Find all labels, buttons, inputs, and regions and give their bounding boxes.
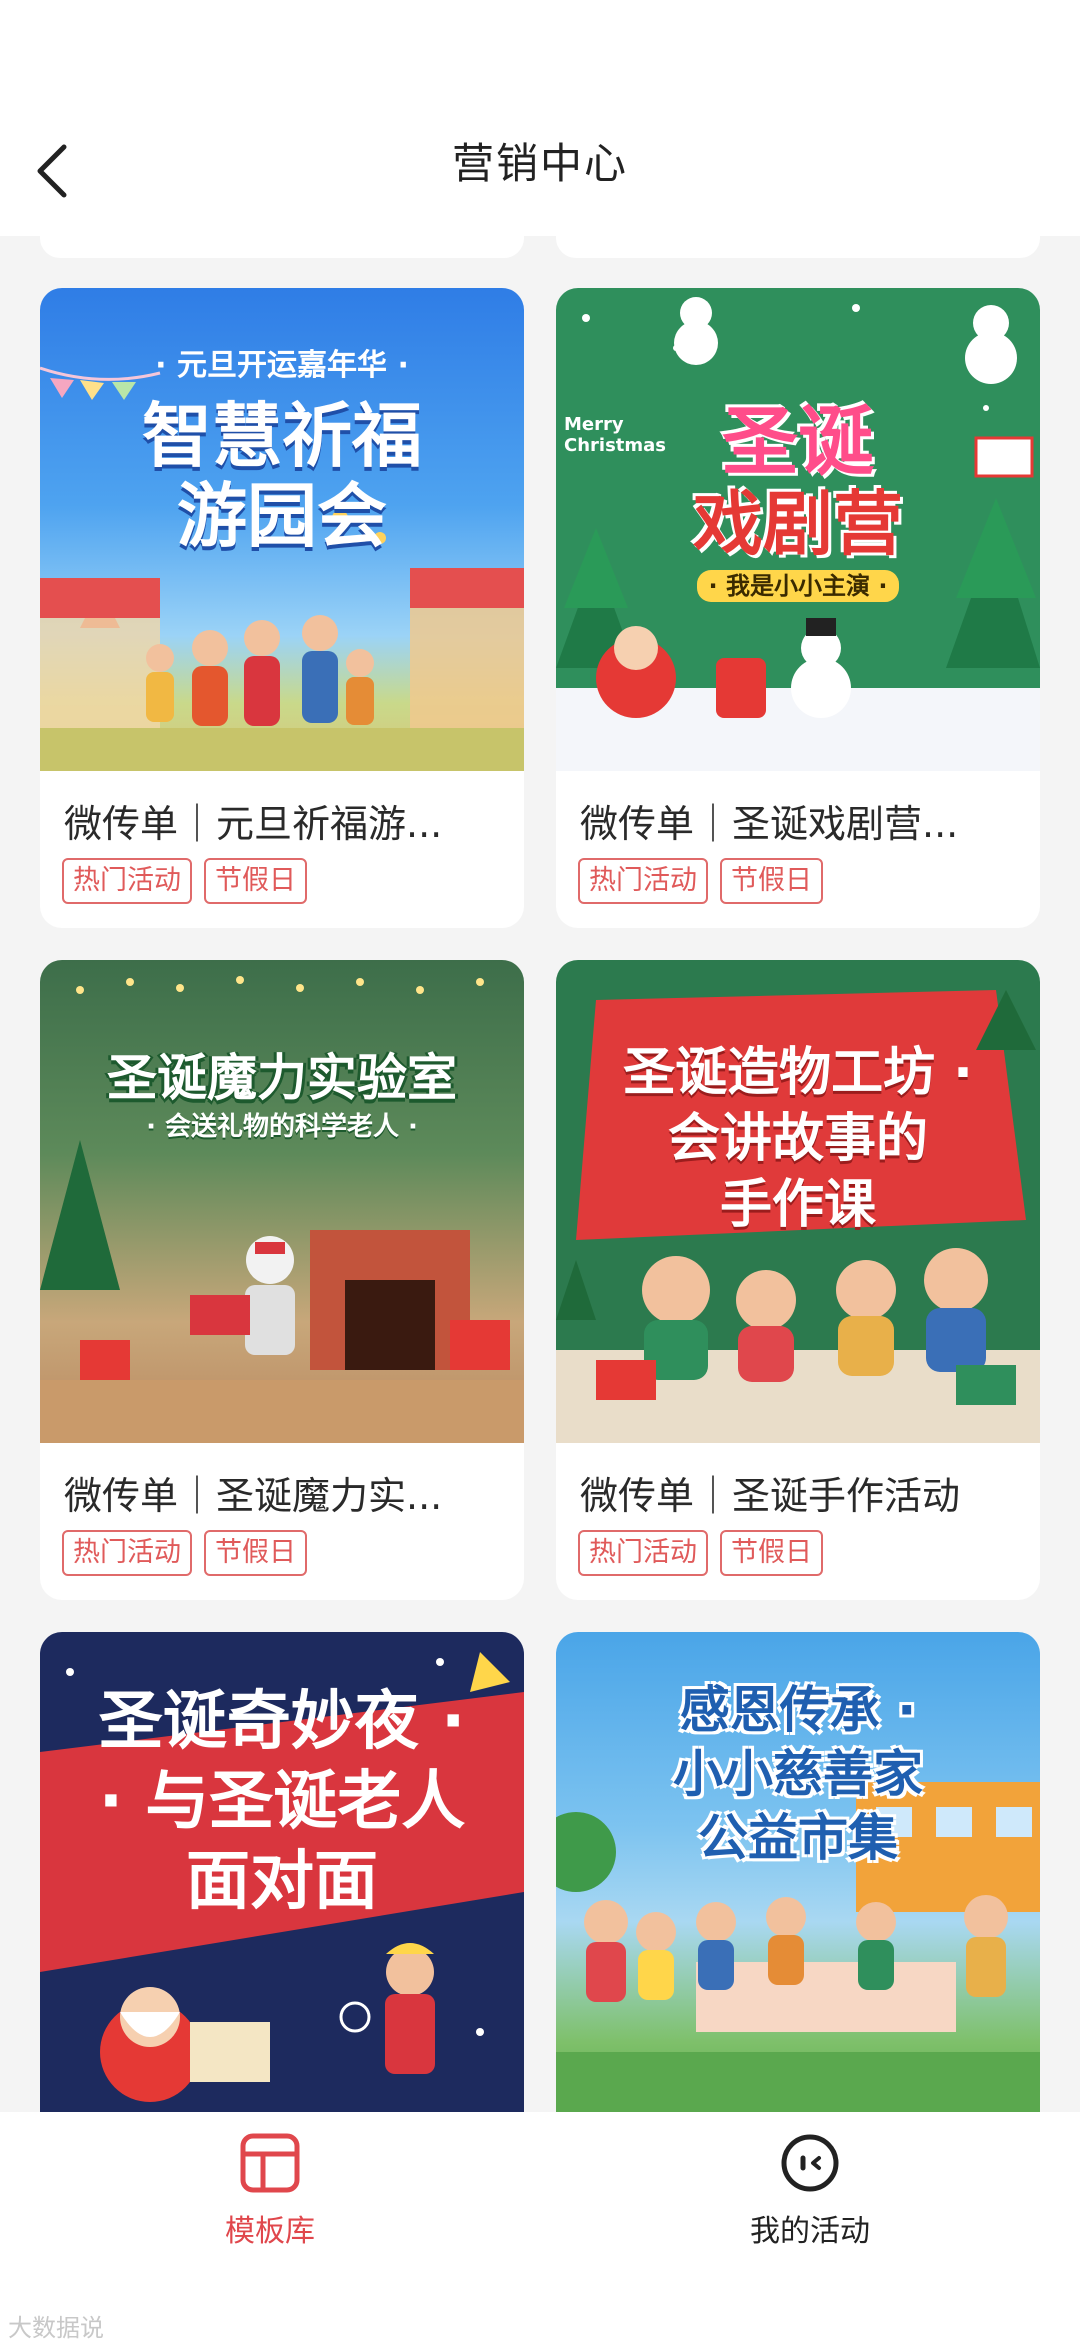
activity-face-icon bbox=[781, 2134, 839, 2192]
art-headline: 圣诞魔力实验室 bbox=[107, 1049, 457, 1107]
tab-my-activities[interactable]: 我的活动 bbox=[660, 2132, 960, 2272]
tag-holiday: 节假日 bbox=[204, 1530, 307, 1576]
tag-hot-activity: 热门活动 bbox=[62, 858, 192, 904]
tab-label: 模板库 bbox=[225, 2214, 315, 2249]
tab-label: 我的活动 bbox=[750, 2214, 870, 2249]
bottom-tab-bar: 模板库 我的活动 bbox=[0, 2112, 1080, 2341]
card-title: 微传单｜圣诞手作活动 bbox=[580, 1474, 961, 1518]
art-subtitle: · 会送礼物的科学老人 · bbox=[146, 1112, 418, 1142]
watermark: 大数据说 bbox=[8, 2314, 104, 2341]
art-headline: 戏剧营 bbox=[693, 483, 903, 565]
template-card[interactable]: · 元旦开运嘉年华 · 智慧祈福 游园会 微传单｜元旦祈福游... 热门活动 节… bbox=[40, 288, 524, 928]
art-headline: 圣诞奇妙夜 · bbox=[98, 1685, 466, 1759]
template-card[interactable]: 圣诞造物工坊 · 会讲故事的 手作课 微传单｜圣诞手作活动 热门活动 节假日 bbox=[556, 960, 1040, 1600]
card-thumbnail: 圣诞造物工坊 · 会讲故事的 手作课 bbox=[556, 960, 1040, 1443]
tag-hot-activity: 热门活动 bbox=[578, 1530, 708, 1576]
template-grid[interactable]: · 元旦开运嘉年华 · 智慧祈福 游园会 微传单｜元旦祈福游... 热门活动 节… bbox=[0, 236, 1080, 2112]
template-icon bbox=[240, 2133, 300, 2193]
tag-holiday: 节假日 bbox=[204, 858, 307, 904]
previous-card-edge bbox=[556, 236, 1040, 258]
art-headline: · 与圣诞老人 bbox=[98, 1765, 466, 1839]
art-headline: 手作课 bbox=[719, 1175, 876, 1235]
art-headline: 小小慈善家 bbox=[673, 1745, 923, 1803]
template-card[interactable]: Merry Christmas 圣诞 戏剧营 · 我是小小主演 · 微传单｜圣诞… bbox=[556, 288, 1040, 928]
card-thumbnail: 圣诞奇妙夜 · · 与圣诞老人 面对面 bbox=[40, 1632, 524, 2112]
card-thumbnail: · 元旦开运嘉年华 · 智慧祈福 游园会 bbox=[40, 288, 524, 771]
tab-template-library[interactable]: 模板库 bbox=[120, 2132, 420, 2272]
card-title: 微传单｜元旦祈福游... bbox=[64, 802, 443, 846]
art-headline: 游园会 bbox=[177, 475, 387, 557]
card-thumbnail: 圣诞魔力实验室 · 会送礼物的科学老人 · bbox=[40, 960, 524, 1443]
previous-card-edge bbox=[40, 236, 524, 258]
tag-hot-activity: 热门活动 bbox=[62, 1530, 192, 1576]
card-title: 微传单｜圣诞戏剧营... bbox=[580, 802, 959, 846]
art-headline: 感恩传承 · bbox=[679, 1681, 917, 1739]
tag-holiday: 节假日 bbox=[720, 858, 823, 904]
art-headline: 公益市集 bbox=[698, 1809, 898, 1867]
template-card[interactable]: 圣诞魔力实验室 · 会送礼物的科学老人 · 微传单｜圣诞魔力实... 热门活动 … bbox=[40, 960, 524, 1600]
art-headline: 圣诞造物工坊 · bbox=[623, 1043, 973, 1103]
card-thumbnail: 感恩传承 · 小小慈善家 公益市集 bbox=[556, 1632, 1040, 2112]
christmas-lab-illustration bbox=[40, 976, 524, 1443]
art-subtitle: · 元旦开运嘉年华 · bbox=[155, 348, 409, 383]
template-card[interactable]: 圣诞奇妙夜 · · 与圣诞老人 面对面 bbox=[40, 1632, 524, 2112]
card-title: 微传单｜圣诞魔力实... bbox=[64, 1474, 443, 1518]
art-headline: 面对面 bbox=[186, 1845, 378, 1919]
top-nav-bar: 营销中心 bbox=[0, 0, 1080, 236]
card-thumbnail: Merry Christmas 圣诞 戏剧营 · 我是小小主演 · bbox=[556, 288, 1040, 771]
tag-hot-activity: 热门活动 bbox=[578, 858, 708, 904]
page-title: 营销中心 bbox=[451, 139, 628, 188]
tag-holiday: 节假日 bbox=[720, 1530, 823, 1576]
art-subtitle: · 我是小小主演 · bbox=[556, 566, 1040, 602]
art-headline: 会讲故事的 bbox=[667, 1109, 928, 1169]
template-card[interactable]: 感恩传承 · 小小慈善家 公益市集 bbox=[556, 1632, 1040, 2112]
